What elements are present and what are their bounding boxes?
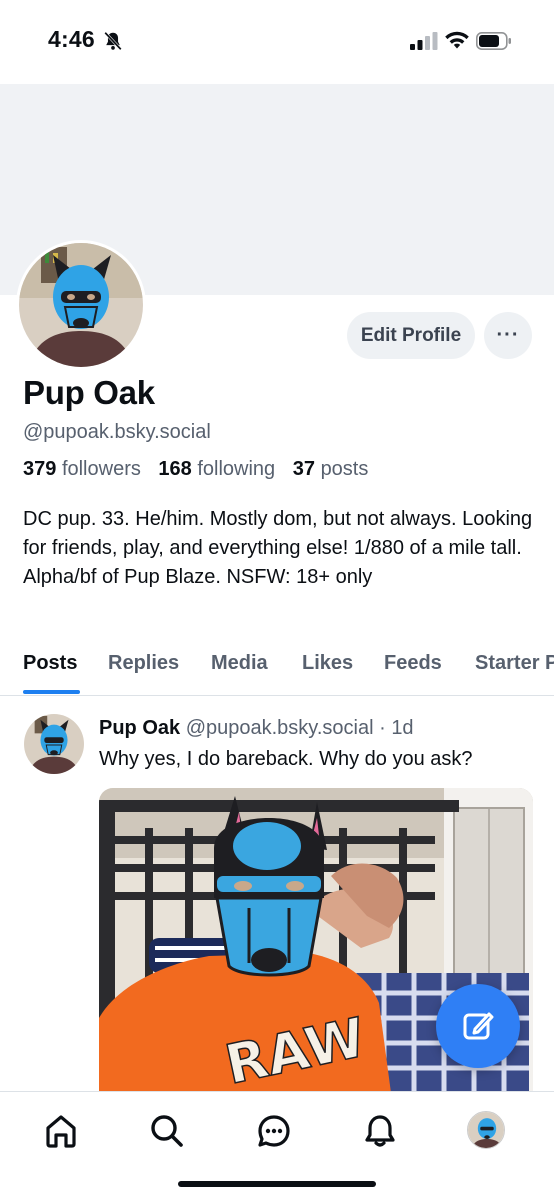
profile-tabs: Posts Replies Media Likes Feeds Starter … [0, 636, 554, 696]
notifications-bell-icon[interactable] [362, 1113, 398, 1149]
search-icon[interactable] [149, 1113, 185, 1149]
bell-muted-icon [104, 31, 122, 51]
tab-media[interactable]: Media [211, 652, 268, 675]
tab-starter-packs[interactable]: Starter P [475, 652, 554, 675]
following-count: 168 [158, 458, 192, 480]
following-label: following [197, 458, 276, 480]
posts-count: 37 [292, 458, 315, 480]
profile-display-name: Pup Oak [23, 374, 155, 411]
posts-stat: 37 posts [293, 458, 369, 480]
chat-icon[interactable] [256, 1113, 292, 1149]
followers-count: 379 [23, 458, 57, 480]
post-author-name[interactable]: Pup Oak [99, 717, 180, 739]
post-text: Why yes, I do bareback. Why do you ask? [99, 748, 473, 770]
post-header: Pup Oak @pupoak.bsky.social · 1d [99, 717, 414, 740]
profile-bio: DC pup. 33. He/him. Mostly dom, but not … [23, 508, 533, 588]
tab-replies[interactable]: Replies [108, 652, 179, 675]
profile-avatar[interactable] [16, 240, 146, 370]
post-author-handle[interactable]: @pupoak.bsky.social [186, 717, 374, 739]
wifi-icon [445, 31, 469, 49]
profile-handle: @pupoak.bsky.social [23, 421, 211, 443]
compose-post-button[interactable] [436, 984, 520, 1068]
home-icon[interactable] [43, 1113, 79, 1149]
profile-avatar[interactable] [467, 1111, 505, 1149]
post-author-avatar[interactable] [24, 714, 84, 774]
more-options-button[interactable]: ··· [484, 312, 532, 359]
followers-link[interactable]: 379 followers [23, 458, 141, 480]
tab-posts[interactable]: Posts [23, 652, 77, 675]
active-tab-indicator [23, 690, 80, 694]
tab-likes[interactable]: Likes [302, 652, 353, 675]
status-bar: 4:46 [0, 0, 554, 84]
post-timestamp[interactable]: 1d [391, 717, 413, 739]
battery-icon [476, 32, 511, 50]
profile-stats: 379 followers 168 following 37 posts [23, 458, 380, 481]
compose-icon [463, 1012, 494, 1040]
cellular-signal-icon [410, 32, 438, 50]
edit-profile-button[interactable]: Edit Profile [347, 312, 475, 359]
following-link[interactable]: 168 following [158, 458, 275, 480]
followers-label: followers [61, 458, 141, 480]
home-indicator [178, 1181, 376, 1187]
tab-feeds[interactable]: Feeds [384, 652, 442, 675]
status-time: 4:46 [48, 26, 95, 52]
posts-label: posts [320, 458, 369, 480]
post-meta-separator: · [379, 717, 386, 739]
